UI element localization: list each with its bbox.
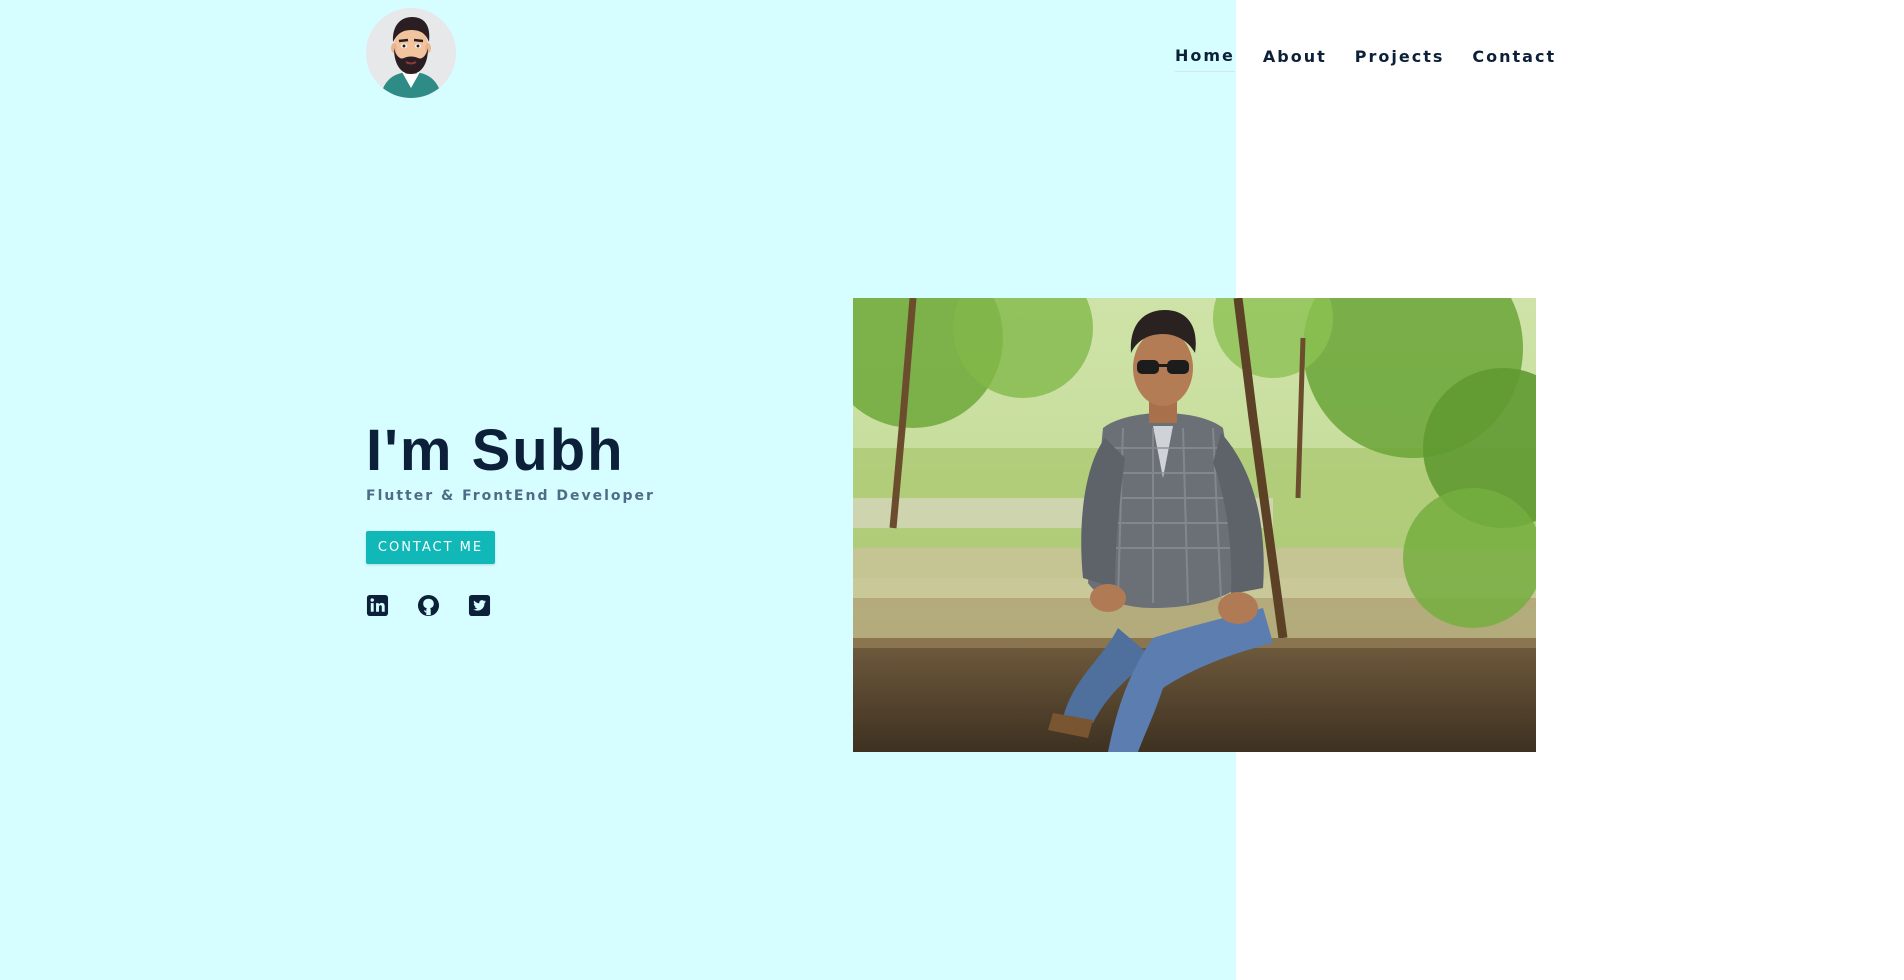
main-nav: Home About Projects Contact	[1175, 46, 1556, 72]
linkedin-link[interactable]	[366, 594, 389, 617]
linkedin-icon	[366, 594, 389, 617]
nav-projects[interactable]: Projects	[1355, 47, 1445, 72]
social-links	[366, 594, 491, 617]
nav-about[interactable]: About	[1263, 47, 1327, 72]
twitter-link[interactable]	[468, 594, 491, 617]
profile-photo-image	[853, 298, 1536, 752]
avatar-icon	[366, 8, 456, 98]
twitter-icon	[468, 594, 491, 617]
github-icon	[417, 594, 440, 617]
profile-photo	[853, 298, 1536, 752]
logo-avatar[interactable]	[366, 8, 456, 98]
hero-title: I'm Subh	[366, 418, 625, 483]
page: Home About Projects Contact I'm Subh Flu…	[0, 0, 1904, 980]
hero-subtitle: Flutter & FrontEnd Developer	[366, 488, 655, 504]
contact-me-button[interactable]: CONTACT ME	[366, 531, 495, 564]
github-link[interactable]	[417, 594, 440, 617]
nav-contact[interactable]: Contact	[1472, 47, 1556, 72]
nav-home[interactable]: Home	[1175, 46, 1235, 72]
